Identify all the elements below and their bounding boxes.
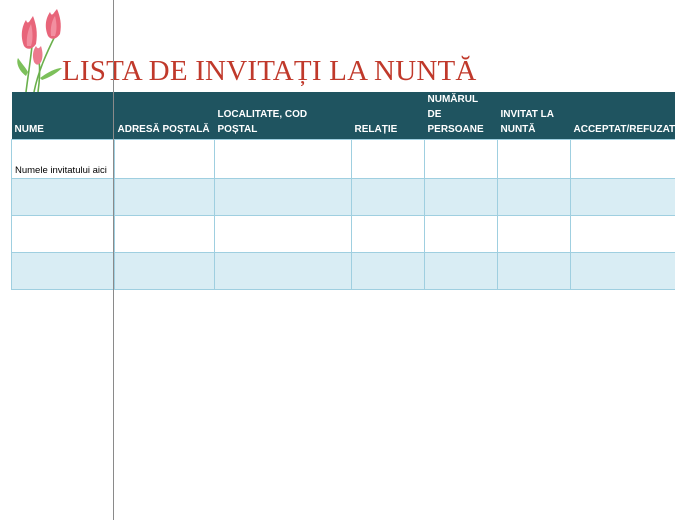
table-cell-city-zip[interactable] [214, 252, 352, 290]
table-cell-party-size[interactable] [424, 215, 498, 253]
table-cell-postal-address[interactable] [114, 252, 215, 290]
table-cell-accepted-declined[interactable] [570, 139, 675, 179]
table-cell-postal-address[interactable] [114, 139, 215, 179]
table-cell-party-size[interactable] [424, 178, 498, 216]
table-cell-invited-to-wedding[interactable] [497, 215, 571, 253]
table-cell-accepted-declined[interactable] [570, 215, 675, 253]
table-cell-postal-address[interactable] [114, 215, 215, 253]
column-header-party-size[interactable]: NUMĂRUL DE PERSOANE [425, 92, 498, 140]
table-cell-city-zip[interactable] [214, 215, 352, 253]
table-cell-party-size[interactable] [424, 139, 498, 179]
table-cell-name[interactable] [11, 178, 115, 216]
page-title: LISTA DE INVITAȚI LA NUNTĂ [62, 55, 477, 87]
table-cell-name[interactable]: Numele invitatului aici [11, 139, 115, 179]
table-cell-relationship[interactable] [351, 178, 425, 216]
column-header-postal-address[interactable]: ADRESĂ POȘTALĂ [115, 92, 215, 140]
table-cell-name[interactable] [11, 215, 115, 253]
table-cell-accepted-declined[interactable] [570, 252, 675, 290]
table-cell-city-zip[interactable] [214, 139, 352, 179]
table-cell-invited-to-wedding[interactable] [497, 139, 571, 179]
table-cell-relationship[interactable] [351, 139, 425, 179]
table-row [11, 178, 675, 216]
column-header-name[interactable]: NUME [12, 92, 115, 140]
table-cell-city-zip[interactable] [214, 178, 352, 216]
table-cell-invited-to-wedding[interactable] [497, 252, 571, 290]
column-header-accepted-declined[interactable]: ACCEPTAT/REFUZAT [571, 92, 675, 140]
table-header-row: NUME ADRESĂ POȘTALĂ LOCALITATE, COD POȘTAL… [11, 92, 675, 140]
table-cell-invited-to-wedding[interactable] [497, 178, 571, 216]
table-cell-postal-address[interactable] [114, 178, 215, 216]
page-break-line [113, 0, 114, 520]
table-row [11, 252, 675, 290]
column-header-invited-to-wedding[interactable]: INVITAT LA NUNTĂ [498, 92, 571, 140]
table-cell-relationship[interactable] [351, 215, 425, 253]
table-cell-relationship[interactable] [351, 252, 425, 290]
table-cell-name[interactable] [11, 252, 115, 290]
column-header-relationship[interactable]: RELAȚIE [352, 92, 425, 140]
column-header-city-zip[interactable]: LOCALITATE, COD POȘTAL [215, 92, 352, 140]
table-cell-party-size[interactable] [424, 252, 498, 290]
table-cell-accepted-declined[interactable] [570, 178, 675, 216]
table-row: Numele invitatului aici [11, 139, 675, 179]
table-row [11, 215, 675, 253]
guest-list-table: NUME ADRESĂ POȘTALĂ LOCALITATE, COD POȘTAL… [11, 92, 675, 290]
